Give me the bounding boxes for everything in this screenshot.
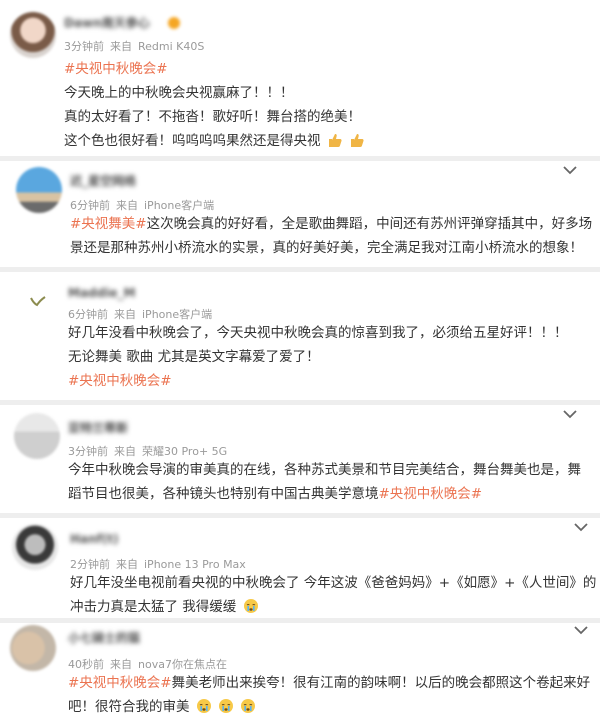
comment-line: 好几年没坐电视前看央视的中秋晚会了 今年这波《爸爸妈妈》+《如愿》+《人世间》的 — [70, 575, 597, 591]
username[interactable]: 迟_星空网络 — [70, 172, 136, 189]
device-name: iPhone客户端 — [144, 199, 215, 212]
source-prefix: 来自 — [116, 558, 138, 571]
comment-line: 好几年没看中秋晚会了，今天央视中秋晚会真的惊喜到我了，必须给五星好评！！！ — [68, 325, 568, 341]
avatar[interactable] — [12, 524, 58, 570]
comment-text: 舞美老师出来挨夸！很有江南的韵味啊！以后的晚会都照这个卷起来好 — [171, 675, 591, 691]
verified-badge-icon — [168, 17, 180, 29]
thumbs-up-emoji-icon — [351, 134, 364, 147]
comment-meta: 2分钟前 来自 iPhone 13 Pro Max — [70, 556, 252, 572]
timestamp: 6分钟前 — [70, 199, 110, 212]
hashtag-link[interactable]: #央视中秋晚会# — [68, 373, 172, 389]
chevron-down-icon[interactable] — [574, 522, 588, 532]
comment-line: #央视中秋晚会#舞美老师出来挨夸！很有江南的韵味啊！以后的晚会都照这个卷起来好 — [68, 672, 590, 694]
timestamp: 6分钟前 — [68, 308, 108, 321]
hashtag-link[interactable]: #央视中秋晚会# — [379, 486, 483, 502]
username[interactable]: Hanf(t) — [70, 532, 119, 546]
thumbs-up-emoji-icon — [328, 134, 342, 147]
crying-face-emoji-icon — [241, 699, 256, 713]
comment-text: 这个色也很好看！呜呜呜呜果然还是得央视 — [64, 133, 321, 149]
comment-line: 今年中秋晚会导演的审美真的在线，各种苏式美景和节目完美结合，舞台舞美也是，舞 — [68, 462, 581, 478]
source-prefix: 来自 — [114, 308, 136, 321]
comment-text: 吧！很符合我的审美 — [68, 699, 190, 715]
leaf-icon — [30, 296, 46, 307]
chevron-down-icon[interactable] — [574, 625, 588, 635]
timestamp: 40秒前 — [68, 658, 104, 671]
timestamp: 3分钟前 — [68, 445, 108, 458]
device-name: iPhone客户端 — [142, 308, 213, 321]
source-prefix: 来自 — [114, 445, 136, 458]
comment-meta: 3分钟前 来自 荣耀30 Pro+ 5G — [68, 443, 233, 459]
comment-meta: 6分钟前 来自 iPhone客户端 — [68, 306, 218, 322]
username[interactable]: Maddie_M — [68, 286, 135, 300]
comment-line: 这个色也很好看！呜呜呜呜果然还是得央视 — [64, 130, 365, 152]
username[interactable]: 亚特兰蒂斯 — [68, 419, 128, 436]
comment-line: 真的太好看了！不拖沓！歌好听！舞台搭的绝美！ — [64, 109, 361, 125]
comment-line: 蹈节目也很美，各种镜头也特别有中国古典美学意境#央视中秋晚会# — [68, 483, 482, 505]
comment-meta: 40秒前 来自 nova7你在焦点在 — [68, 656, 233, 672]
comment-card: Hanf(t) 2分钟前 来自 iPhone 13 Pro Max 好几年没坐电视前… — [0, 518, 600, 618]
comment-line: 无论舞美 歌曲 尤其是英文字幕爱了爱了！ — [68, 349, 320, 365]
comment-line: 吧！很符合我的审美 — [68, 696, 256, 718]
source-prefix: 来自 — [116, 199, 138, 212]
device-name: iPhone 13 Pro Max — [144, 558, 246, 571]
chevron-down-icon[interactable] — [563, 409, 577, 419]
device-name: nova7你在焦点在 — [138, 658, 227, 671]
comment-line: #央视中秋晚会# — [68, 370, 172, 392]
comment-card: Maddie_M 6分钟前 来自 iPhone客户端 好几年没看中秋晚会了，今天央视… — [0, 272, 600, 400]
comment-line: 冲击力真是太猛了 我得缓缓 — [70, 596, 259, 618]
timestamp: 2分钟前 — [70, 558, 110, 571]
comment-meta: 3分钟前 来自 Redmi K40S — [64, 38, 210, 54]
hashtag-link[interactable]: #央视中秋晚会# — [64, 61, 168, 77]
crying-face-emoji-icon — [196, 699, 211, 713]
comment-line: #央视舞美#这次晚会真的好好看，全是歌曲舞蹈，中间还有苏州评弹穿插其中，好多场 — [70, 213, 592, 235]
comment-meta: 6分钟前 来自 iPhone客户端 — [70, 197, 220, 213]
comment-text: 冲击力真是太猛了 我得缓缓 — [70, 599, 237, 615]
crying-face-emoji-icon — [243, 599, 258, 613]
avatar[interactable] — [16, 167, 62, 213]
avatar[interactable] — [14, 276, 60, 322]
username[interactable]: 小七骑士的猫 — [68, 629, 140, 646]
username[interactable]: Dawn南天参心 — [64, 14, 150, 31]
hashtag-link[interactable]: #央视中秋晚会# — [68, 675, 172, 691]
avatar[interactable] — [10, 12, 56, 58]
source-prefix: 来自 — [110, 40, 132, 53]
avatar[interactable] — [14, 413, 60, 459]
avatar[interactable] — [10, 625, 56, 671]
source-prefix: 来自 — [110, 658, 132, 671]
device-name: Redmi K40S — [138, 40, 205, 53]
comment-card: 小七骑士的猫 40秒前 来自 nova7你在焦点在 #央视中秋晚会#舞美老师出来挨夸… — [0, 623, 600, 726]
comment-line: #央视中秋晚会# — [64, 58, 168, 80]
comment-text: 蹈节目也很美，各种镜头也特别有中国古典美学意境 — [68, 486, 379, 502]
comment-text: 这次晚会真的好好看，全是歌曲舞蹈，中间还有苏州评弹穿插其中，好多场 — [146, 216, 593, 232]
comment-card: 迟_星空网络 6分钟前 来自 iPhone客户端 #央视舞美#这次晚会真的好好看，全… — [0, 161, 600, 269]
comment-line: 今天晚上的中秋晚会央视赢麻了！！！ — [64, 85, 294, 101]
crying-face-emoji-icon — [219, 699, 234, 713]
comment-card: Dawn南天参心 3分钟前 来自 Redmi K40S #央视中秋晚会# 今天晚上的… — [0, 0, 600, 160]
comment-card: 亚特兰蒂斯 3分钟前 来自 荣耀30 Pro+ 5G 今年中秋晚会导演的审美真的在线… — [0, 405, 600, 515]
device-name: 荣耀30 Pro+ 5G — [142, 445, 228, 458]
hashtag-link[interactable]: #央视舞美# — [70, 216, 147, 232]
timestamp: 3分钟前 — [64, 40, 104, 53]
chevron-down-icon[interactable] — [563, 165, 577, 175]
comment-line: 景还是那种苏州小桥流水的实景，真的好美好美，完全满足我对江南小桥流水的想象！ — [70, 240, 583, 256]
